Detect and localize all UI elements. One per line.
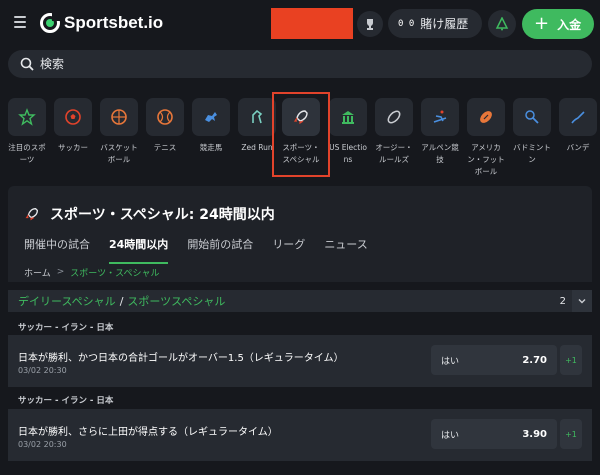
selection-label: はい [441, 430, 460, 441]
brand-name: Sportsbet.io [64, 13, 164, 32]
category-label: US Elections [329, 143, 367, 164]
chevron-down-icon [578, 299, 586, 304]
category-label: バンデ [566, 143, 590, 152]
horse-racing-icon [192, 98, 230, 136]
deposit-label: 入金 [557, 17, 582, 32]
redacted-block [271, 8, 353, 39]
collapse-button[interactable] [572, 290, 592, 312]
market-count: 2 [559, 295, 566, 307]
odds-price: 2.70 [522, 354, 547, 366]
section-link-daily[interactable]: デイリースペシャル [18, 293, 116, 309]
bet-history-icon: 0 0 [398, 18, 415, 29]
basketball-icon [100, 98, 138, 136]
tab-leagues[interactable]: リーグ [272, 236, 305, 264]
page-title: スポーツ・スペシャル: 24時間以内 [24, 204, 275, 224]
category-featured[interactable]: 注目のスポーツ [6, 98, 48, 166]
american-football-icon [467, 98, 505, 136]
category-american-football[interactable]: アメリカン・フットボール [465, 98, 507, 178]
category-label: アメリカン・フットボール [467, 143, 505, 176]
tab-live[interactable]: 開催中の試合 [24, 236, 90, 264]
bandy-icon [559, 98, 597, 136]
tab-bar: 開催中の試合 24時間以内 開始前の試合 リーグ ニュース [24, 236, 387, 264]
more-markets-button[interactable]: +1 [560, 419, 582, 449]
category-label: 競走馬 [199, 143, 223, 152]
category-us-elections[interactable]: US Elections [327, 98, 369, 166]
category-label: アルペン競技 [421, 143, 459, 164]
breadcrumb-separator: > [56, 267, 65, 277]
more-markets-button[interactable]: +1 [560, 345, 582, 375]
market-date: 03/02 20:30 [18, 366, 67, 375]
category-label: サッカー [58, 143, 88, 152]
aussie-rules-ball-icon [375, 98, 413, 136]
category-bandy[interactable]: バンデ [557, 98, 599, 154]
search-input[interactable] [40, 57, 540, 71]
market-name[interactable]: 日本が勝利、さらに上田が得点する（レギュラータイム） [18, 423, 278, 438]
skier-icon [421, 98, 459, 136]
bell-icon [495, 17, 509, 31]
bet-history-label: 賭け履歴 [420, 17, 469, 31]
tab-news[interactable]: ニュース [324, 236, 367, 264]
odds-price: 3.90 [522, 428, 547, 440]
badminton-icon [513, 98, 551, 136]
category-label: オージー・ルールズ [375, 143, 413, 164]
market-section-header[interactable]: デイリースペシャル / スポーツスペシャル 2 [8, 290, 592, 312]
breadcrumb-current[interactable]: スポーツ・スペシャル [70, 266, 159, 279]
page-title-text: スポーツ・スペシャル: 24時間以内 [50, 207, 275, 223]
category-label: テニス [153, 143, 177, 152]
tab-upcoming[interactable]: 開始前の試合 [187, 236, 253, 264]
league-label: サッカー - イラン - 日本 [18, 396, 114, 406]
section-separator: / [119, 294, 124, 308]
category-horse-racing[interactable]: 競走馬 [190, 98, 232, 154]
deposit-button[interactable]: + 入金 [522, 9, 594, 39]
trophy-icon [367, 19, 373, 30]
category-tennis[interactable]: テニス [144, 98, 186, 154]
hamburger-menu-icon[interactable] [14, 16, 26, 28]
breadcrumb: ホーム > スポーツ・スペシャル [8, 262, 592, 282]
search-icon [20, 57, 34, 71]
sportsbet-logo-icon [40, 13, 60, 33]
rocket-icon [25, 207, 39, 221]
market-date: 03/02 20:30 [18, 440, 67, 449]
notifications-button[interactable] [488, 10, 516, 38]
plus-icon: + [534, 13, 550, 34]
category-label: 注目のスポーツ [8, 143, 46, 164]
selected-category-highlight [272, 92, 330, 177]
category-label: バドミントン [513, 143, 551, 164]
category-badminton[interactable]: バドミントン [511, 98, 553, 166]
league-label: サッカー - イラン - 日本 [18, 323, 114, 333]
category-aussie-rules[interactable]: オージー・ルールズ [373, 98, 415, 166]
category-label: バスケットボール [100, 143, 138, 164]
market-name[interactable]: 日本が勝利、かつ日本の合計ゴールがオーバー1.5（レギュラータイム） [18, 349, 344, 364]
section-link-sport[interactable]: スポーツスペシャル [127, 293, 225, 309]
selection-label: はい [441, 356, 460, 367]
zed-run-icon [238, 98, 276, 136]
breadcrumb-home[interactable]: ホーム [24, 266, 51, 279]
market-row: 日本が勝利、さらに上田が得点する（レギュラータイム） 03/02 20:30 は… [8, 409, 592, 461]
category-alpine-skiing[interactable]: アルペン競技 [419, 98, 461, 166]
brand-logo[interactable]: Sportsbet.io [40, 12, 163, 34]
search-bar[interactable] [8, 50, 592, 78]
top-bar: Sportsbet.io 0 0 賭け履歴 + 入金 [0, 0, 600, 48]
star-icon [8, 98, 46, 136]
category-basketball[interactable]: バスケットボール [98, 98, 140, 166]
tab-24h[interactable]: 24時間以内 [109, 236, 169, 264]
bet-history-button[interactable]: 0 0 賭け履歴 [388, 9, 482, 38]
capitol-icon [329, 98, 367, 136]
trophy-button[interactable] [357, 11, 383, 37]
market-row: 日本が勝利、かつ日本の合計ゴールがオーバー1.5（レギュラータイム） 03/02… [8, 335, 592, 387]
odds-button[interactable]: はい 3.90 [431, 419, 557, 449]
category-soccer[interactable]: サッカー [52, 98, 94, 154]
odds-button[interactable]: はい 2.70 [431, 345, 557, 375]
soccer-ball-icon [54, 98, 92, 136]
tennis-ball-icon [146, 98, 184, 136]
